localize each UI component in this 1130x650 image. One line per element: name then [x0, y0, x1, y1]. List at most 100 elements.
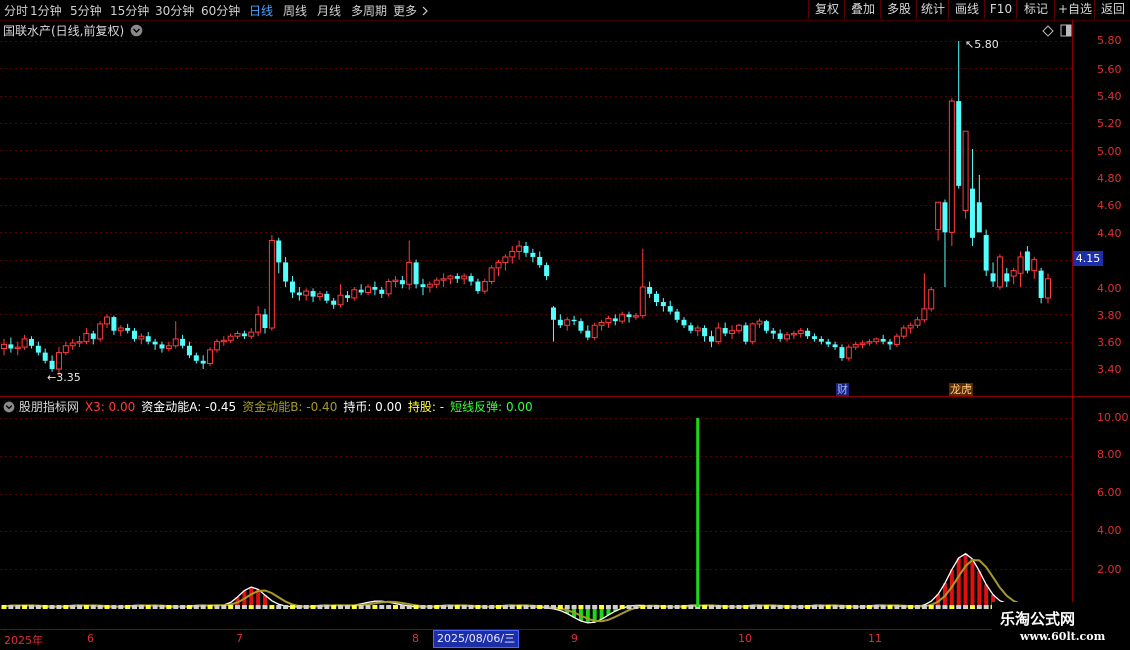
indicator-name[interactable]: 股朋指标网 — [19, 400, 79, 414]
financial-report-badge[interactable]: 财 — [836, 383, 849, 396]
indicator-signal-dot — [873, 605, 879, 609]
candle-body — [935, 201, 942, 231]
candle-body — [399, 280, 405, 285]
indicator-signal-dot — [969, 605, 975, 609]
indicator-signal-dot — [605, 605, 611, 609]
candle-body — [433, 279, 440, 285]
candle-body — [763, 321, 769, 331]
candle-body — [591, 324, 598, 339]
indicator-signal-dot — [338, 605, 344, 609]
indicator-fund-b: 资金动能B: -0.40 — [242, 400, 338, 414]
indicator-signal-dot — [688, 605, 694, 609]
candle-body — [694, 327, 701, 332]
candle-body — [200, 360, 206, 364]
indicator-signal-dot — [77, 605, 83, 609]
candle-body — [722, 328, 728, 334]
candle-body — [537, 256, 543, 266]
indicator-signal-dot — [241, 605, 247, 609]
candle-body — [241, 333, 247, 337]
indicator-signal-dot — [805, 605, 811, 609]
candle-body — [276, 240, 282, 263]
candle-body — [316, 293, 323, 298]
candle-body — [262, 314, 268, 328]
indicator-signal-dot — [159, 605, 165, 609]
candle-body — [62, 345, 69, 354]
indicator-red-bar — [249, 587, 254, 607]
indicator-signal-dot — [63, 605, 69, 609]
indicator-signal-dot — [132, 605, 137, 609]
indicator-signal-dot — [303, 605, 309, 609]
indicator-signal-dot — [413, 605, 419, 609]
indicator-signal-dot — [248, 605, 254, 609]
indicator-signal-dot — [8, 605, 14, 609]
indicator-signal-dot — [736, 605, 742, 609]
candle-body — [488, 267, 495, 283]
high-annotation: ↖5.80 — [965, 38, 999, 51]
indicator-signal-dot — [578, 605, 584, 609]
kline-chart[interactable] — [0, 0, 1130, 650]
candle-body — [811, 336, 817, 339]
indicator-signal-dot — [351, 605, 357, 609]
indicator-signal-dot — [461, 605, 467, 609]
indicator-signal-dot — [791, 605, 797, 609]
candle-body — [1038, 270, 1044, 298]
indicator-signal-dot — [667, 605, 673, 609]
indicator-signal-dot — [56, 605, 62, 609]
candle-body — [942, 202, 948, 233]
candle-body — [90, 333, 96, 339]
indicator-signal-dot — [702, 605, 708, 609]
candle-body — [530, 252, 536, 257]
price-tick: 4.40 — [1097, 227, 1122, 240]
chevron-down-icon[interactable] — [3, 401, 15, 413]
indicator-signal-dot — [708, 605, 714, 609]
indicator-signal-dot — [502, 605, 508, 609]
candle-body — [619, 313, 626, 322]
indicator-signal-dot — [207, 605, 213, 609]
indicator-tick: 4.00 — [1097, 524, 1122, 537]
indicator-signal-dot — [509, 605, 515, 609]
candle-body — [426, 283, 433, 288]
indicator-signal-dot — [138, 605, 144, 609]
x-axis-label: 9 — [571, 632, 578, 645]
indicator-signal-dot — [186, 605, 192, 609]
indicator-signal-dot — [654, 605, 659, 609]
price-tick: 3.80 — [1097, 309, 1122, 322]
indicator-signal-dot — [255, 605, 261, 609]
candle-body — [117, 327, 124, 332]
indicator-signal-dot — [825, 605, 831, 609]
indicator-signal-dot — [523, 605, 529, 609]
price-tick: 3.40 — [1097, 363, 1122, 376]
indicator-signal-dot — [763, 605, 769, 609]
indicator-signal-dot — [921, 605, 927, 609]
candle-body — [873, 338, 880, 343]
candle-body — [578, 321, 584, 331]
candle-body — [331, 300, 337, 305]
x-axis-label: 8 — [412, 632, 419, 645]
x-axis-label: 2025年 — [4, 634, 43, 647]
candle-body — [660, 302, 666, 307]
candle-body — [296, 292, 302, 296]
candle-body — [351, 289, 358, 299]
candle-body — [681, 319, 687, 326]
candle-body — [385, 281, 392, 295]
indicator-signal-dot — [928, 605, 934, 609]
candle-body — [1, 343, 7, 349]
dragon-tiger-badge[interactable]: 龙虎 — [949, 383, 973, 396]
indicator-signal-dot — [399, 605, 405, 609]
candle-body — [702, 328, 708, 337]
indicator-signal-dot — [393, 605, 398, 609]
indicator-red-bar — [984, 584, 989, 607]
indicator-signal-dot — [166, 605, 172, 609]
indicator-signal-dot — [626, 605, 632, 609]
price-tick: 5.00 — [1097, 145, 1122, 158]
indicator-tick: 10.00 — [1097, 411, 1129, 424]
candle-body — [111, 317, 117, 331]
indicator-signal-dot — [15, 605, 21, 609]
candle-body — [996, 256, 1003, 288]
indicator-signal-dot — [599, 605, 605, 609]
indicator-signal-dot — [125, 605, 131, 609]
candle-body — [165, 345, 172, 349]
candle-body — [743, 325, 749, 342]
indicator-signal-dot — [427, 605, 433, 609]
indicator-signal-dot — [729, 605, 735, 609]
